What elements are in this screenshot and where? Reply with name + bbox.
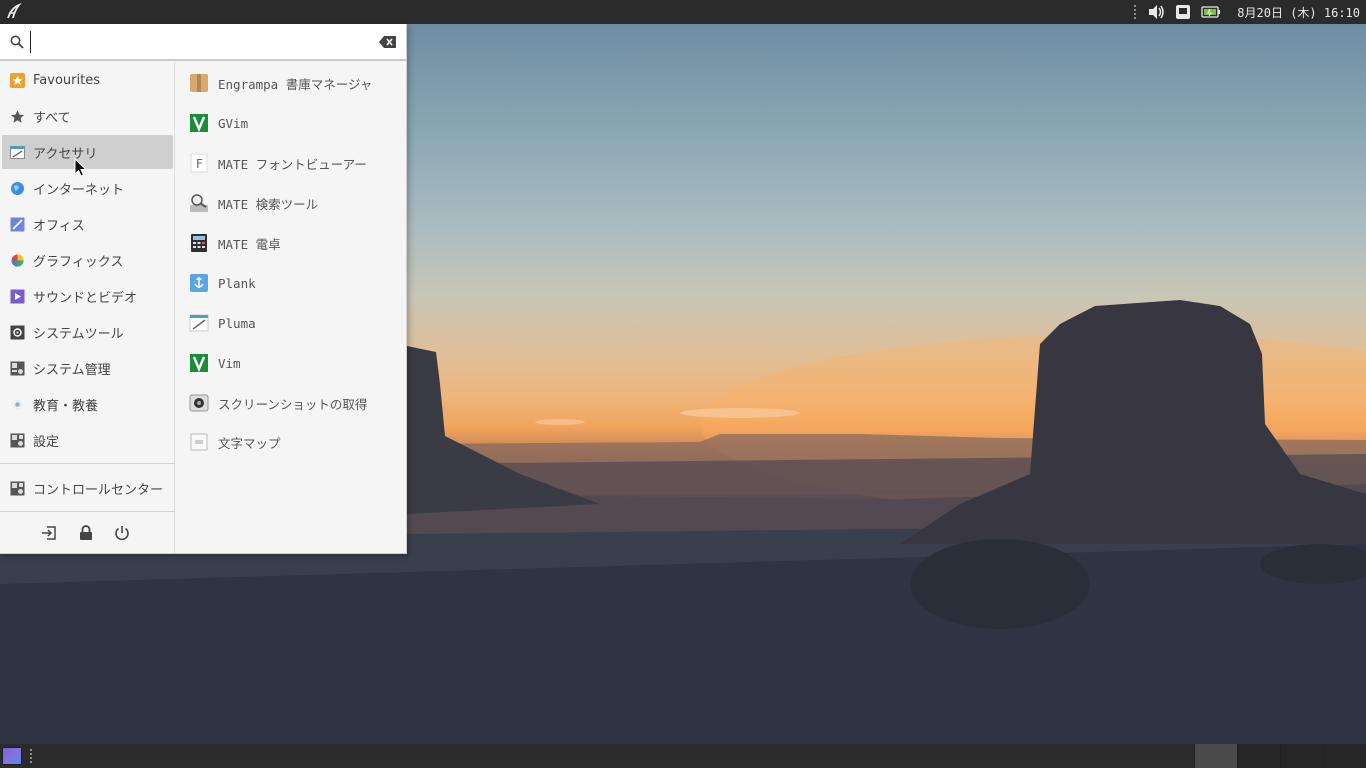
- app-label: Vim: [218, 355, 241, 371]
- category-sound-video[interactable]: サウンドとビデオ: [2, 279, 173, 313]
- app-plank[interactable]: Plank: [188, 265, 403, 301]
- app-label: Engrampa 書庫マネージャ: [218, 76, 373, 92]
- lock-icon[interactable]: [77, 524, 95, 542]
- search-bar: [0, 24, 406, 61]
- category-administration[interactable]: システム管理: [2, 351, 173, 385]
- graphics-icon: [10, 253, 25, 268]
- panel-handle: [30, 749, 33, 763]
- volume-icon[interactable]: [1147, 4, 1165, 20]
- divider: [0, 511, 175, 512]
- workspace-1[interactable]: [1194, 744, 1237, 768]
- category-label: システム管理: [33, 362, 111, 378]
- app-label: スクリーンショットの取得: [218, 396, 368, 412]
- session-buttons: [0, 515, 175, 551]
- category-system-tools[interactable]: システムツール: [2, 315, 173, 349]
- multimedia-icon: [10, 289, 25, 304]
- calculator-icon: [188, 232, 210, 254]
- search-tool-icon: [188, 192, 210, 214]
- star-icon: [10, 72, 25, 88]
- app-label: GVim: [218, 115, 249, 131]
- vim-icon: [188, 112, 210, 134]
- logout-icon[interactable]: [40, 524, 58, 542]
- search-icon: [10, 35, 24, 53]
- workspace-switcher: [1194, 744, 1366, 768]
- app-engrampa[interactable]: Engrampa 書庫マネージャ: [188, 65, 403, 101]
- mouse-pointer-icon: [74, 158, 88, 177]
- app-calculator[interactable]: MATE 電卓: [188, 225, 403, 261]
- category-label: 設定: [33, 434, 60, 450]
- workspace-2[interactable]: [1237, 744, 1280, 768]
- app-label: 文字マップ: [218, 435, 281, 451]
- screenshot-icon: [188, 392, 210, 414]
- app-label: MATE 検索ツール: [218, 196, 319, 212]
- system-tools-icon: [10, 325, 25, 340]
- office-icon: [10, 217, 25, 232]
- app-vim[interactable]: Vim: [188, 345, 403, 381]
- power-icon[interactable]: [113, 524, 131, 542]
- category-all[interactable]: すべて: [2, 99, 173, 133]
- category-graphics[interactable]: グラフィックス: [2, 243, 173, 277]
- control-center-icon: [10, 481, 25, 496]
- vim-icon: [188, 352, 210, 374]
- divider: [0, 463, 175, 464]
- workspace-4[interactable]: [1323, 744, 1366, 768]
- category-label: 教育・教養: [33, 398, 99, 414]
- workspace-3[interactable]: [1280, 744, 1323, 768]
- app-search-tool[interactable]: MATE 検索ツール: [188, 185, 403, 221]
- accessories-icon: [10, 145, 25, 160]
- category-favourites[interactable]: Favourites: [2, 63, 173, 97]
- application-menu: Favourites すべて アクセサリ インターネット オフィス グラフィック…: [0, 24, 407, 554]
- battery-icon[interactable]: [1201, 5, 1221, 19]
- app-pluma[interactable]: Pluma: [188, 305, 403, 341]
- network-icon[interactable]: [1175, 4, 1191, 20]
- settings-icon: [10, 433, 25, 448]
- category-office[interactable]: オフィス: [2, 207, 173, 241]
- application-list: Engrampa 書庫マネージャ GVim F MATE フォントビューアー M…: [176, 62, 406, 553]
- pluma-icon: [188, 312, 210, 334]
- category-settings[interactable]: 設定: [2, 423, 173, 457]
- svg-text:F: F: [196, 157, 203, 171]
- app-label: MATE フォントビューアー: [218, 156, 367, 172]
- star-icon: [10, 109, 25, 124]
- admin-icon: [10, 361, 25, 376]
- category-label: オフィス: [33, 218, 85, 234]
- mate-menu-icon[interactable]: [4, 2, 22, 21]
- show-desktop-button[interactable]: [2, 747, 22, 765]
- category-label: Favourites: [33, 72, 100, 88]
- category-education[interactable]: 教育・教養: [2, 387, 173, 421]
- system-tray: 8月20日 (木) 16:10: [1134, 0, 1360, 24]
- category-label: システムツール: [33, 326, 124, 342]
- clear-search-icon[interactable]: [379, 35, 397, 53]
- category-list: Favourites すべて アクセサリ インターネット オフィス グラフィック…: [0, 62, 175, 553]
- control-center-item[interactable]: コントロールセンター: [2, 471, 173, 505]
- category-label: インターネット: [33, 182, 125, 198]
- search-input[interactable]: [30, 31, 370, 53]
- clock[interactable]: 8月20日 (木) 16:10: [1237, 4, 1360, 21]
- app-screenshot[interactable]: スクリーンショットの取得: [188, 385, 403, 421]
- globe-icon: [10, 181, 25, 196]
- app-label: MATE 電卓: [218, 236, 281, 252]
- category-label: すべて: [33, 110, 71, 126]
- category-label: グラフィックス: [33, 254, 124, 270]
- app-charmap[interactable]: 文字マップ: [188, 424, 403, 460]
- bottom-panel: [0, 744, 1366, 768]
- control-center-label: コントロールセンター: [33, 482, 164, 498]
- top-panel: 8月20日 (木) 16:10: [0, 0, 1366, 24]
- charmap-icon: [188, 431, 210, 453]
- category-label: サウンドとビデオ: [33, 290, 138, 306]
- app-label: Plank: [218, 275, 256, 291]
- tray-handle: [1134, 5, 1137, 19]
- app-font-viewer[interactable]: F MATE フォントビューアー: [188, 145, 403, 181]
- font-icon: F: [188, 152, 210, 174]
- app-gvim[interactable]: GVim: [188, 105, 403, 141]
- app-label: Pluma: [218, 315, 256, 331]
- plank-icon: [188, 272, 210, 294]
- archive-icon: [188, 72, 210, 94]
- education-icon: [10, 397, 25, 412]
